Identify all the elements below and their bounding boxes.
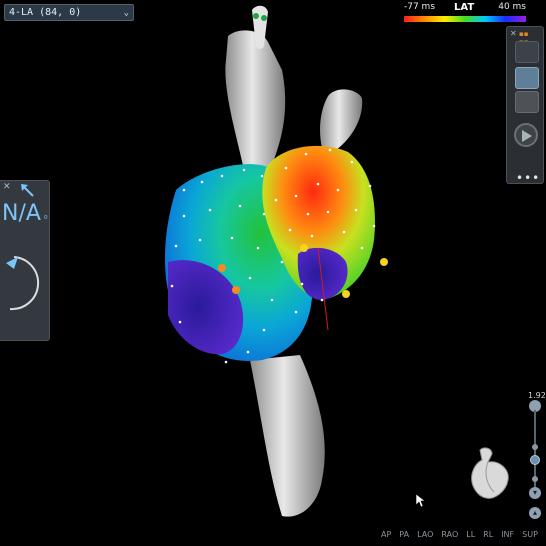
- pulmonary-vein-shell: [320, 89, 363, 150]
- ablation-tag: [218, 264, 226, 272]
- ablation-tag: [232, 286, 240, 294]
- view-buttons-row: AP PA LAO RAO LL RL INF SUP: [381, 530, 546, 539]
- heart-orientation-icon[interactable]: [466, 444, 514, 502]
- zoom-tick: [532, 476, 538, 482]
- mouse-pointer-icon: [416, 494, 426, 508]
- zoom-slider-knob[interactable]: [530, 455, 540, 465]
- ablation-tag: [300, 244, 308, 252]
- svc-vessel: [225, 30, 286, 176]
- view-button-sup[interactable]: SUP: [522, 530, 538, 539]
- ivc-vessel: [250, 355, 325, 517]
- view-button-pa[interactable]: PA: [399, 530, 409, 539]
- view-button-ap[interactable]: AP: [381, 530, 391, 539]
- anatomy-3d-view[interactable]: [0, 0, 546, 546]
- ablation-tag: [342, 290, 350, 298]
- zoom-reset-button[interactable]: ▴: [529, 507, 541, 519]
- zoom-value: 1.92: [528, 391, 546, 400]
- view-button-ll[interactable]: LL: [466, 530, 475, 539]
- zoom-out-button[interactable]: ▾: [529, 487, 541, 499]
- view-button-inf[interactable]: INF: [501, 530, 514, 539]
- view-button-lao[interactable]: LAO: [417, 530, 433, 539]
- view-button-rao[interactable]: RAO: [441, 530, 458, 539]
- view-button-rl[interactable]: RL: [483, 530, 493, 539]
- ablation-tag: [380, 258, 388, 266]
- zoom-tick: [532, 444, 538, 450]
